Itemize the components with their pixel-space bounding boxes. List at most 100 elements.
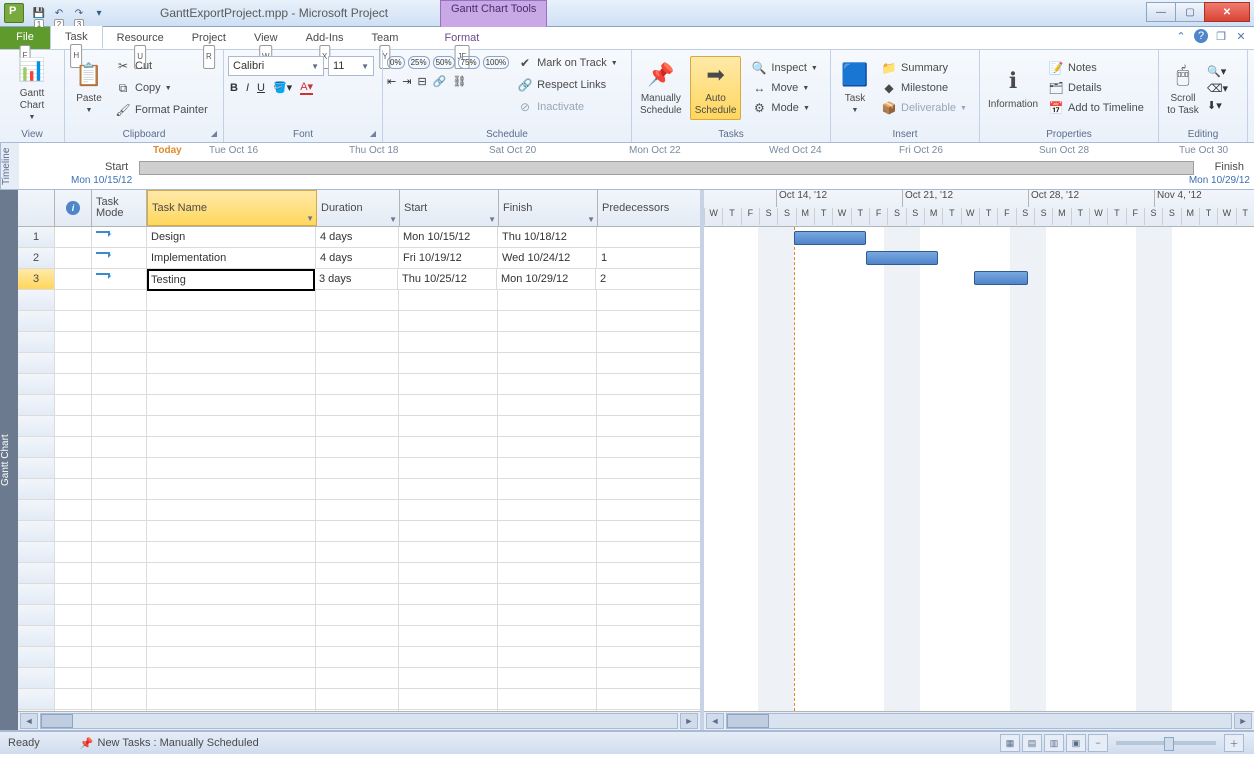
cell[interactable] [597, 227, 671, 247]
underline-button[interactable]: U [257, 82, 265, 94]
table-row[interactable]: 1Design4 daysMon 10/15/12Thu 10/18/12 [18, 227, 700, 248]
split-button[interactable]: ⊟ [417, 75, 426, 88]
table-row[interactable] [18, 479, 700, 500]
table-row[interactable] [18, 605, 700, 626]
view-usage-button[interactable]: ▤ [1022, 734, 1042, 752]
table-row[interactable] [18, 668, 700, 689]
cell[interactable]: 2 [18, 248, 55, 268]
milestone-button[interactable]: ◆Milestone [879, 79, 969, 97]
table-row[interactable]: 3Testing3 daysThu 10/25/12Mon 10/29/122 [18, 269, 700, 290]
cell[interactable]: Fri 10/19/12 [399, 248, 498, 268]
scroll-left-button[interactable]: ◄ [20, 713, 38, 729]
col-task-name[interactable]: Task Name▼ [147, 190, 317, 226]
gantt-bar[interactable] [794, 231, 866, 245]
indent-button[interactable]: ⇥ [402, 75, 411, 88]
qat-redo-button[interactable]: ↷3 [70, 4, 88, 22]
table-row[interactable] [18, 584, 700, 605]
cell[interactable]: Wed 10/24/12 [498, 248, 597, 268]
pct-0-button[interactable]: 0% [387, 56, 405, 69]
deliverable-button[interactable]: 📦Deliverable▼ [879, 99, 969, 117]
zoom-out-button[interactable]: − [1088, 734, 1108, 752]
cell[interactable] [92, 248, 147, 268]
tab-team[interactable]: TeamY [358, 27, 413, 49]
clear-button[interactable]: ⌫▾ [1207, 82, 1228, 95]
chart-scroll-track[interactable] [726, 713, 1232, 729]
clipboard-launcher[interactable]: ◢ [207, 126, 221, 140]
col-duration[interactable]: Duration▼ [317, 190, 400, 226]
cell[interactable] [55, 227, 92, 247]
table-row[interactable]: 2Implementation4 daysFri 10/19/12Wed 10/… [18, 248, 700, 269]
minimize-button[interactable]: — [1146, 2, 1176, 22]
view-team-button[interactable]: ▥ [1044, 734, 1064, 752]
details-button[interactable]: 🗂Details [1046, 79, 1146, 97]
table-row[interactable] [18, 542, 700, 563]
table-row[interactable] [18, 710, 700, 711]
table-row[interactable] [18, 647, 700, 668]
mode-button[interactable]: ⚙Mode▼ [749, 99, 819, 117]
unlink-button[interactable]: ⛓ [452, 75, 466, 88]
table-row[interactable] [18, 521, 700, 542]
timescale-header[interactable]: Oct 14, '12Oct 21, '12Oct 28, '12Nov 4, … [704, 190, 1254, 227]
tab-project[interactable]: ProjectR [178, 27, 240, 49]
gantt-bar[interactable] [974, 271, 1028, 285]
col-finish[interactable]: Finish▼ [499, 190, 598, 226]
zoom-in-button[interactable]: ＋ [1224, 734, 1244, 752]
table-row[interactable] [18, 626, 700, 647]
col-start[interactable]: Start▼ [400, 190, 499, 226]
move-button[interactable]: ↔Move▼ [749, 79, 819, 97]
cell[interactable]: Thu 10/18/12 [498, 227, 597, 247]
table-row[interactable] [18, 437, 700, 458]
link-button[interactable]: 🔗 [433, 75, 447, 88]
table-row[interactable] [18, 416, 700, 437]
chart-scroll-right-button[interactable]: ► [1234, 713, 1252, 729]
table-row[interactable] [18, 374, 700, 395]
table-row[interactable] [18, 332, 700, 353]
add-to-timeline-button[interactable]: 📅Add to Timeline [1046, 99, 1146, 117]
outdent-button[interactable]: ⇤ [387, 75, 396, 88]
grid-hscrollbar[interactable]: ◄ ► [18, 711, 700, 730]
col-info[interactable]: i [55, 190, 92, 226]
tab-format[interactable]: FormatJF [430, 27, 493, 49]
tab-view[interactable]: ViewW [240, 27, 292, 49]
respect-links-button[interactable]: 🔗Respect Links [515, 76, 620, 94]
qat-undo-button[interactable]: ↶2 [50, 4, 68, 22]
auto-schedule-button[interactable]: ➡Auto Schedule [690, 56, 742, 120]
table-row[interactable] [18, 689, 700, 710]
cell[interactable]: 1 [18, 227, 55, 247]
doc-close-icon[interactable]: ✕ [1234, 29, 1248, 43]
find-button[interactable]: 🔍▾ [1207, 65, 1228, 78]
table-row[interactable] [18, 563, 700, 584]
table-row[interactable] [18, 353, 700, 374]
fill-button[interactable]: ⬇▾ [1207, 99, 1228, 112]
qat-save-button[interactable]: 💾1 [30, 4, 48, 22]
grid-body[interactable]: 1Design4 daysMon 10/15/12Thu 10/18/122Im… [18, 227, 700, 711]
zoom-slider[interactable] [1116, 741, 1216, 745]
cell[interactable] [55, 269, 92, 289]
pct-25-button[interactable]: 25% [408, 56, 430, 69]
cell[interactable]: Mon 10/29/12 [497, 269, 596, 289]
cell[interactable]: 1 [597, 248, 671, 268]
cell[interactable]: Mon 10/15/12 [399, 227, 498, 247]
qat-customize-button[interactable]: ▾ [90, 4, 108, 22]
gantt-chart-vtab[interactable]: Gantt Chart [0, 190, 18, 730]
maximize-button[interactable]: ▢ [1175, 2, 1205, 22]
font-size-combo[interactable]: 11▼ [328, 56, 374, 76]
col-rownum[interactable] [18, 190, 55, 226]
inactivate-button[interactable]: ⊘Inactivate [515, 98, 620, 116]
gantt-chart-button[interactable]: 📊Gantt Chart▼ [4, 52, 60, 126]
view-sheet-button[interactable]: ▣ [1066, 734, 1086, 752]
scroll-to-task-button[interactable]: 🖱Scroll to Task [1163, 57, 1203, 119]
cell[interactable]: 2 [596, 269, 670, 289]
manually-schedule-button[interactable]: 📌Manually Schedule [636, 57, 686, 119]
information-button[interactable]: ℹInformation [984, 63, 1042, 113]
scroll-right-button[interactable]: ► [680, 713, 698, 729]
scroll-thumb[interactable] [41, 714, 73, 728]
cell[interactable]: Testing [147, 269, 315, 291]
mark-on-track-button[interactable]: ✔Mark on Track▼ [515, 54, 620, 72]
cell[interactable]: Thu 10/25/12 [398, 269, 497, 289]
copy-button[interactable]: ⧉Copy▼ [113, 79, 210, 97]
tab-file[interactable]: FileF [0, 27, 50, 49]
cell[interactable] [55, 248, 92, 268]
tab-addins[interactable]: Add-InsX [292, 27, 358, 49]
table-row[interactable] [18, 311, 700, 332]
